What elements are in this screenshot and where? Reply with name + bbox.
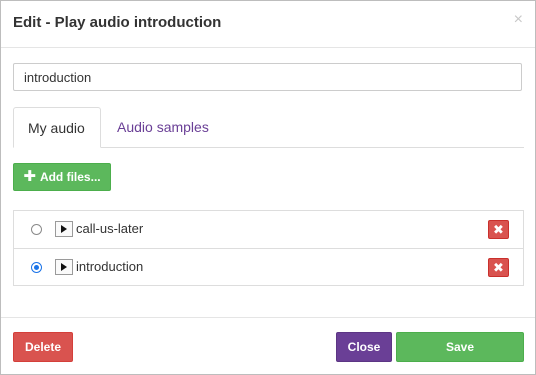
remove-file-button[interactable]: ✖ [488,220,509,239]
close-icon[interactable]: × [514,11,523,29]
dialog-footer: Delete Close Save [1,317,535,375]
play-icon[interactable] [55,221,73,237]
tab-bar: My audio Audio samples [13,107,524,148]
list-item: call-us-later ✖ [14,211,523,249]
tab-audio-samples[interactable]: Audio samples [103,107,223,147]
name-input[interactable] [13,63,522,91]
save-button[interactable]: Save [396,332,524,362]
audio-file-list: call-us-later ✖ introduction ✖ [13,210,524,286]
select-radio[interactable] [31,224,42,235]
dialog-header: Edit - Play audio introduction × [1,1,535,48]
delete-button[interactable]: Delete [13,332,73,362]
play-icon[interactable] [55,259,73,275]
dialog-title: Edit - Play audio introduction [13,14,222,31]
audio-file-name: call-us-later [76,221,144,236]
audio-file-name: introduction [76,259,144,274]
close-button[interactable]: Close [336,332,392,362]
tab-my-audio[interactable]: My audio [13,107,101,148]
select-radio[interactable] [31,262,42,273]
edit-audio-dialog: Edit - Play audio introduction × My audi… [0,0,536,375]
add-files-button[interactable]: ✚ Add files... [13,163,111,191]
list-item: introduction ✖ [14,249,523,286]
add-files-label: Add files... [39,170,101,184]
plus-icon: ✚ [23,168,36,185]
remove-file-button[interactable]: ✖ [488,258,509,277]
